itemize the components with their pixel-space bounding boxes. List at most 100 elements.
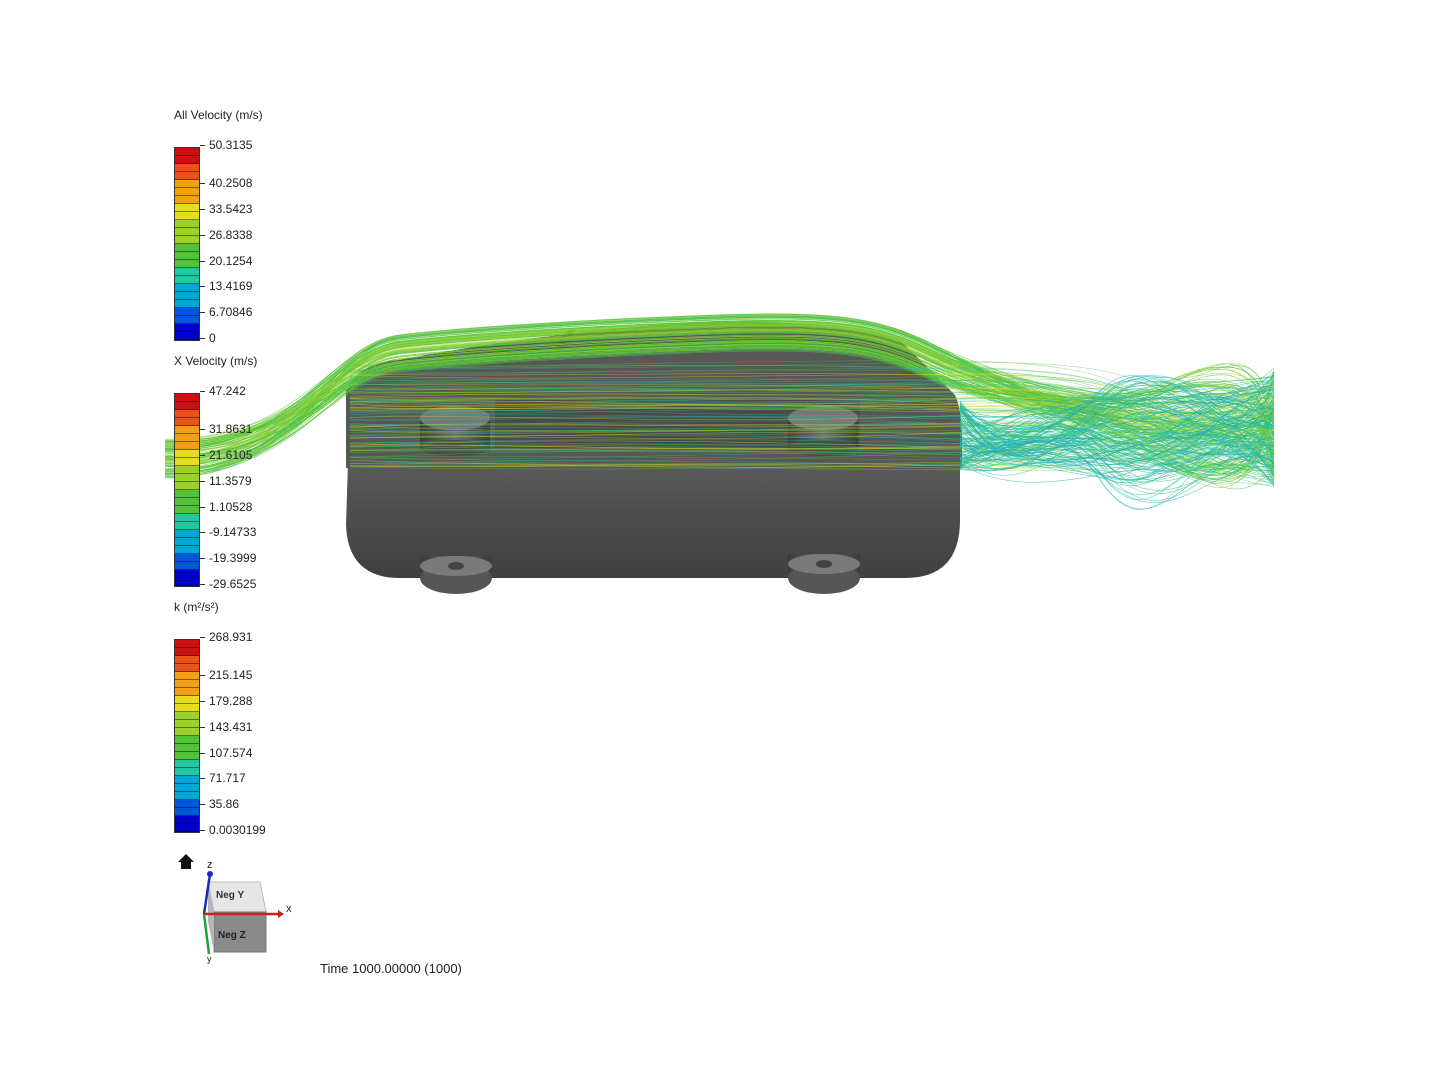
colorbar-band: [175, 244, 199, 252]
legend-tick: -29.6525: [200, 578, 256, 590]
colorbar-band: [175, 720, 199, 728]
colorbar-band: [175, 792, 199, 800]
colorbar-band: [175, 228, 199, 236]
colorbar-band: [175, 784, 199, 792]
colorbar-band: [175, 268, 199, 276]
colorbar-band: [175, 474, 199, 482]
colorbar-band: [175, 514, 199, 522]
colorbar-band: [175, 538, 199, 546]
colorbar-band: [175, 530, 199, 538]
colorbar-band: [175, 688, 199, 696]
colorbar-band: [175, 728, 199, 736]
colorbar: [174, 393, 200, 587]
colorbar-band: [175, 664, 199, 672]
home-icon[interactable]: [178, 854, 194, 869]
colorbar-band: [175, 760, 199, 768]
colorbar-band: [175, 442, 199, 450]
legend-tick: 50.3135: [200, 139, 252, 151]
colorbar-band: [175, 816, 199, 824]
rear-bottom-wheel: [420, 556, 492, 594]
legend-tick: 31.8631: [200, 423, 252, 435]
time-label: Time 1000.00000 (1000): [320, 961, 462, 976]
colorbar-band: [175, 640, 199, 648]
colorbar-band: [175, 148, 199, 156]
colorbar-band: [175, 776, 199, 784]
colorbar-band: [175, 426, 199, 434]
colorbar: [174, 639, 200, 833]
colorbar-band: [175, 260, 199, 268]
legend-tick: 215.145: [200, 669, 252, 681]
colorbar-band: [175, 284, 199, 292]
colorbar-band: [175, 490, 199, 498]
legend-title: All Velocity (m/s): [174, 108, 263, 122]
colorbar-band: [175, 308, 199, 316]
legend-tick: 33.5423: [200, 203, 252, 215]
colorbar-band: [175, 578, 199, 586]
legend-tick: 11.3579: [200, 475, 252, 487]
colorbar-band: [175, 276, 199, 284]
legend-tick: 71.717: [200, 772, 246, 784]
legend-tick: 20.1254: [200, 255, 252, 267]
legend-tick: 40.2508: [200, 177, 252, 189]
legend-tick: 13.4169: [200, 280, 252, 292]
legend-tick: 0: [200, 332, 216, 344]
colorbar-band: [175, 482, 199, 490]
legend-tick: 268.931: [200, 631, 252, 643]
colorbar-band: [175, 316, 199, 324]
colorbar-band: [175, 220, 199, 228]
colorbar-band: [175, 522, 199, 530]
colorbar-band: [175, 394, 199, 402]
colorbar-band: [175, 648, 199, 656]
legend-tick: -9.14733: [200, 526, 256, 538]
legend-tick: 6.70846: [200, 306, 252, 318]
colorbar-band: [175, 204, 199, 212]
legend-tick: 107.574: [200, 747, 252, 759]
colorbar-band: [175, 554, 199, 562]
colorbar-band: [175, 808, 199, 816]
colorbar-band: [175, 458, 199, 466]
colorbar-band: [175, 466, 199, 474]
legend-tick: 21.6105: [200, 449, 252, 461]
colorbar-band: [175, 546, 199, 554]
legend-title: X Velocity (m/s): [174, 354, 257, 368]
colorbar-band: [175, 252, 199, 260]
y-axis-label: y: [207, 954, 212, 964]
colorbar-band: [175, 236, 199, 244]
colorbar-band: [175, 156, 199, 164]
colorbar-band: [175, 188, 199, 196]
colorbar-band: [175, 172, 199, 180]
colorbar-band: [175, 418, 199, 426]
colorbar: [174, 147, 200, 341]
colorbar-band: [175, 410, 199, 418]
z-axis-label: z: [207, 859, 213, 871]
colorbar-band: [175, 332, 199, 340]
colorbar-band: [175, 164, 199, 172]
colorbar-band: [175, 752, 199, 760]
legend-tick: 1.10528: [200, 501, 252, 513]
cube-front-label[interactable]: Neg Z: [218, 930, 246, 941]
cube-top-label[interactable]: Neg Y: [216, 890, 244, 901]
colorbar-band: [175, 680, 199, 688]
legend-tick: 143.431: [200, 721, 252, 733]
legend-tick: 26.8338: [200, 229, 252, 241]
colorbar-band: [175, 824, 199, 832]
orientation-cube[interactable]: z x y Neg Y Neg Z: [172, 852, 302, 967]
z-axis-tip: [207, 871, 213, 877]
colorbar-band: [175, 434, 199, 442]
colorbar-band: [175, 704, 199, 712]
colorbar-band: [175, 736, 199, 744]
legend-title: k (m²/s²): [174, 600, 219, 614]
colorbar-band: [175, 506, 199, 514]
colorbar-band: [175, 696, 199, 704]
colorbar-band: [175, 656, 199, 664]
legend-tick: 47.242: [200, 385, 246, 397]
x-axis-label: x: [286, 903, 292, 915]
colorbar-band: [175, 324, 199, 332]
colorbar-band: [175, 672, 199, 680]
colorbar-band: [175, 212, 199, 220]
colorbar-band: [175, 800, 199, 808]
colorbar-band: [175, 768, 199, 776]
front-bottom-wheel: [788, 554, 860, 594]
legend-tick: 179.288: [200, 695, 252, 707]
colorbar-band: [175, 402, 199, 410]
